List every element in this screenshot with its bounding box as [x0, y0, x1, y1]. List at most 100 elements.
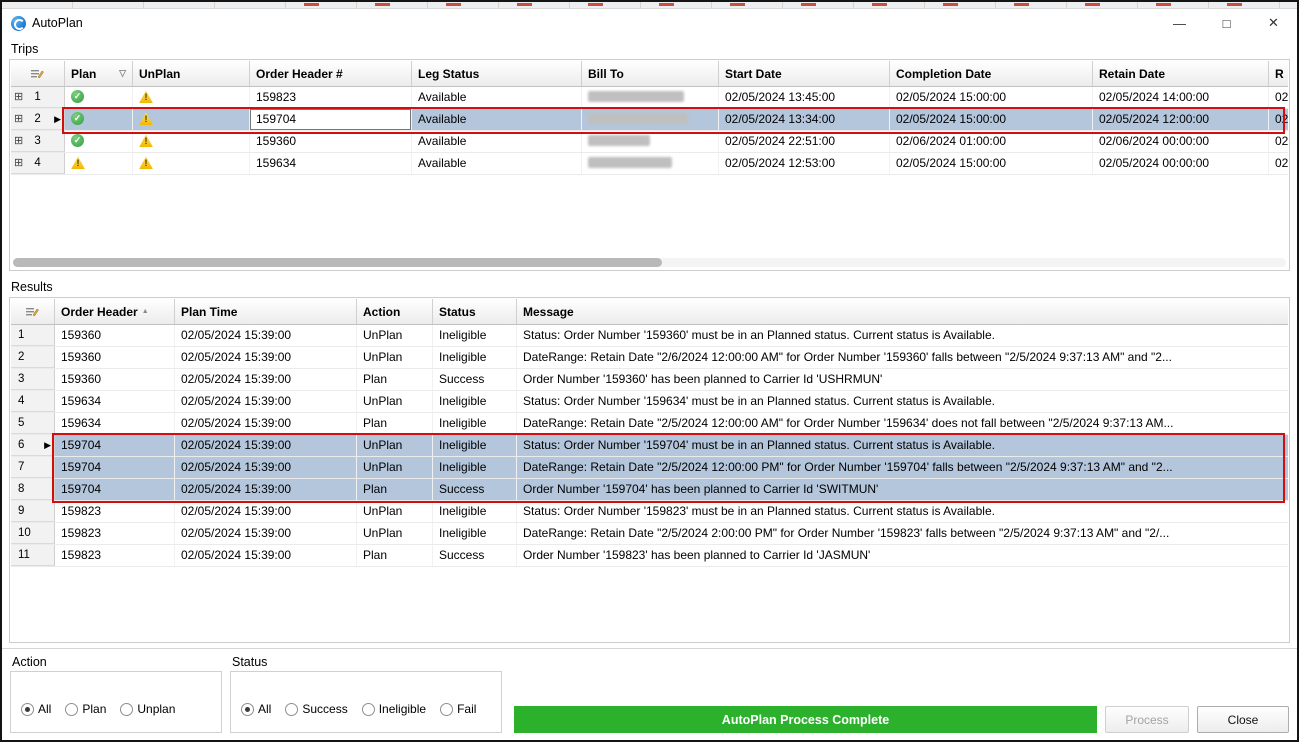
cell-bill-to[interactable] [582, 87, 719, 108]
status-radio-option[interactable]: Fail [440, 702, 476, 716]
cell-action[interactable]: UnPlan [357, 325, 433, 346]
action-radio-option[interactable]: All [21, 702, 51, 716]
cell-bill-to[interactable] [582, 153, 719, 174]
close-window-button[interactable]: ✕ [1250, 9, 1297, 37]
cell-clipped[interactable]: 02 [1269, 153, 1288, 174]
cell-clipped[interactable]: 02 [1269, 87, 1288, 108]
cell-action[interactable]: UnPlan [357, 347, 433, 368]
cell-action[interactable]: UnPlan [357, 501, 433, 522]
filter-icon[interactable]: ▽ [119, 68, 126, 79]
cell-message[interactable]: DateRange: Retain Date "2/5/2024 12:00:0… [517, 457, 1288, 478]
cell-order-header[interactable]: 159704 [250, 109, 412, 130]
column-header-plan[interactable]: Plan ▽ [65, 61, 133, 86]
row-header[interactable]: 2 ▶ [11, 347, 55, 368]
horizontal-scrollbar[interactable] [13, 258, 1286, 267]
cell-action[interactable]: Plan [357, 413, 433, 434]
result-row[interactable]: 8 ▶ 159704 02/05/2024 15:39:00 Plan Succ… [11, 479, 1288, 501]
cell-order-header[interactable]: 159823 [55, 501, 175, 522]
cell-message[interactable]: Order Number '159704' has been planned t… [517, 479, 1288, 500]
cell-order-header[interactable]: 159823 [55, 545, 175, 566]
cell-action[interactable]: UnPlan [357, 457, 433, 478]
column-header-action[interactable]: Action [357, 299, 433, 324]
cell-unplan[interactable] [133, 131, 250, 152]
row-header[interactable]: 11 ▶ [11, 545, 55, 566]
result-row[interactable]: 7 ▶ 159704 02/05/2024 15:39:00 UnPlan In… [11, 457, 1288, 479]
row-header[interactable]: 7 ▶ [11, 457, 55, 478]
cell-leg-status[interactable]: Available [412, 131, 582, 152]
cell-order-header[interactable]: 159360 [250, 131, 412, 152]
cell-message[interactable]: Status: Order Number '159360' must be in… [517, 325, 1288, 346]
cell-completion-date[interactable]: 02/06/2024 01:00:00 [890, 131, 1093, 152]
cell-leg-status[interactable]: Available [412, 109, 582, 130]
trip-row[interactable]: ⊞ 1 ▶ 159823 Available 02/05/2024 13:45:… [11, 87, 1288, 109]
cell-action[interactable]: Plan [357, 479, 433, 500]
result-row[interactable]: 3 ▶ 159360 02/05/2024 15:39:00 Plan Succ… [11, 369, 1288, 391]
cell-order-header[interactable]: 159360 [55, 369, 175, 390]
radio-icon[interactable] [362, 703, 375, 716]
cell-status[interactable]: Ineligible [433, 347, 517, 368]
maximize-button[interactable]: □ [1203, 9, 1250, 37]
status-radio-option[interactable]: Ineligible [362, 702, 426, 716]
radio-icon[interactable] [241, 703, 254, 716]
cell-action[interactable]: UnPlan [357, 523, 433, 544]
result-row[interactable]: 5 ▶ 159634 02/05/2024 15:39:00 Plan Inel… [11, 413, 1288, 435]
cell-status[interactable]: Ineligible [433, 325, 517, 346]
cell-order-header[interactable]: 159823 [250, 87, 412, 108]
cell-plan-time[interactable]: 02/05/2024 15:39:00 [175, 457, 357, 478]
expand-icon[interactable]: ⊞ [14, 158, 23, 169]
column-header-bill-to[interactable]: Bill To [582, 61, 719, 86]
cell-retain-date[interactable]: 02/05/2024 14:00:00 [1093, 87, 1269, 108]
cell-order-header[interactable]: 159360 [55, 325, 175, 346]
action-radio-option[interactable]: Plan [65, 702, 106, 716]
column-header-leg-status[interactable]: Leg Status [412, 61, 582, 86]
row-header[interactable]: 9 ▶ [11, 501, 55, 522]
cell-status[interactable]: Ineligible [433, 501, 517, 522]
cell-action[interactable]: UnPlan [357, 435, 433, 456]
column-header-order-header[interactable]: Order Header # [250, 61, 412, 86]
sort-ascending-icon[interactable]: ▲ [142, 308, 149, 315]
cell-order-header[interactable]: 159634 [250, 153, 412, 174]
cell-plan[interactable] [65, 87, 133, 108]
cell-status[interactable]: Ineligible [433, 391, 517, 412]
trip-row[interactable]: ⊞ 4 ▶ 159634 Available 02/05/2024 12:53:… [11, 153, 1288, 175]
cell-unplan[interactable] [133, 153, 250, 174]
cell-retain-date[interactable]: 02/05/2024 12:00:00 [1093, 109, 1269, 130]
cell-order-header[interactable]: 159704 [55, 479, 175, 500]
result-row[interactable]: 2 ▶ 159360 02/05/2024 15:39:00 UnPlan In… [11, 347, 1288, 369]
status-radio-option[interactable]: All [241, 702, 271, 716]
radio-icon[interactable] [21, 703, 34, 716]
cell-start-date[interactable]: 02/05/2024 13:34:00 [719, 109, 890, 130]
cell-plan-time[interactable]: 02/05/2024 15:39:00 [175, 369, 357, 390]
cell-message[interactable]: Status: Order Number '159704' must be in… [517, 435, 1288, 456]
result-row[interactable]: 10 ▶ 159823 02/05/2024 15:39:00 UnPlan I… [11, 523, 1288, 545]
row-header[interactable]: ⊞ 2 ▶ [11, 109, 65, 130]
cell-plan-time[interactable]: 02/05/2024 15:39:00 [175, 413, 357, 434]
cell-message[interactable]: DateRange: Retain Date "2/5/2024 12:00:0… [517, 413, 1288, 434]
cell-plan-time[interactable]: 02/05/2024 15:39:00 [175, 501, 357, 522]
column-header-order-header[interactable]: Order Header ▲ [55, 299, 175, 324]
cell-leg-status[interactable]: Available [412, 87, 582, 108]
cell-order-header[interactable]: 159823 [55, 523, 175, 544]
column-header-retain-date[interactable]: Retain Date [1093, 61, 1269, 86]
cell-status[interactable]: Ineligible [433, 413, 517, 434]
row-header[interactable]: 5 ▶ [11, 413, 55, 434]
result-row[interactable]: 1 ▶ 159360 02/05/2024 15:39:00 UnPlan In… [11, 325, 1288, 347]
cell-message[interactable]: Status: Order Number '159823' must be in… [517, 501, 1288, 522]
cell-completion-date[interactable]: 02/05/2024 15:00:00 [890, 109, 1093, 130]
cell-bill-to[interactable] [582, 131, 719, 152]
minimize-button[interactable]: — [1156, 9, 1203, 37]
cell-completion-date[interactable]: 02/05/2024 15:00:00 [890, 87, 1093, 108]
column-header-completion-date[interactable]: Completion Date [890, 61, 1093, 86]
cell-plan[interactable] [65, 109, 133, 130]
cell-plan-time[interactable]: 02/05/2024 15:39:00 [175, 347, 357, 368]
row-header[interactable]: 10 ▶ [11, 523, 55, 544]
row-header[interactable]: 4 ▶ [11, 391, 55, 412]
row-header[interactable]: 1 ▶ [11, 325, 55, 346]
close-button[interactable]: Close [1197, 706, 1289, 733]
action-radio-option[interactable]: Unplan [120, 702, 175, 716]
cell-completion-date[interactable]: 02/05/2024 15:00:00 [890, 153, 1093, 174]
cell-plan[interactable] [65, 131, 133, 152]
cell-bill-to[interactable] [582, 109, 719, 130]
scrollbar-thumb[interactable] [13, 258, 662, 267]
cell-start-date[interactable]: 02/05/2024 22:51:00 [719, 131, 890, 152]
